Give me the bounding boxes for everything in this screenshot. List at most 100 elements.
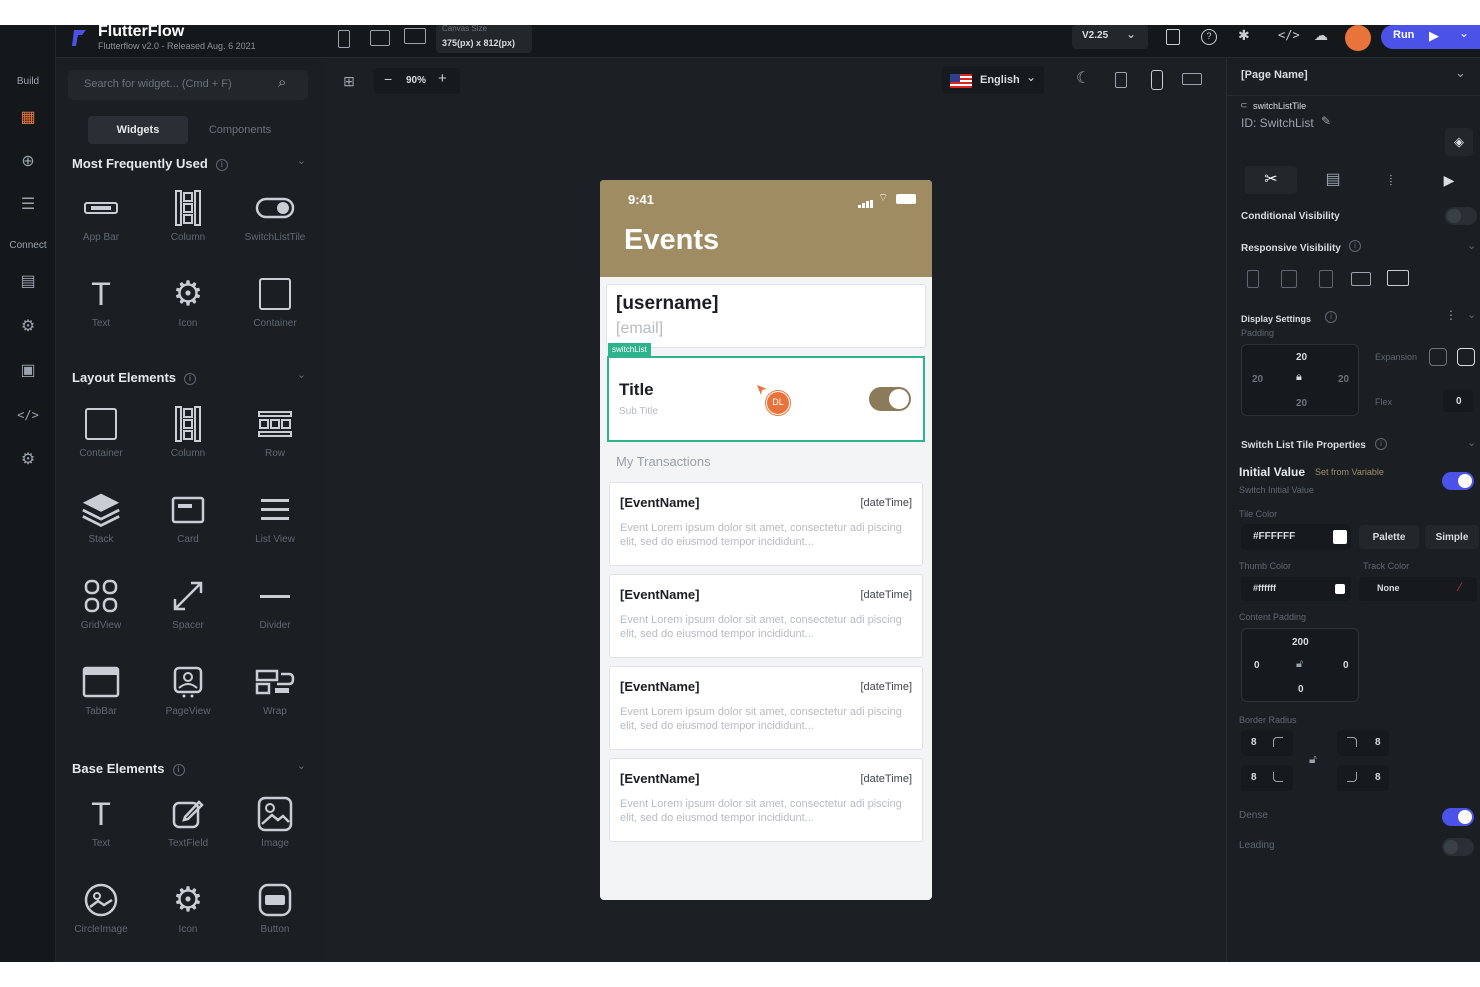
widget-spacer[interactable]: Spacer [145, 576, 231, 656]
palette-button[interactable]: Palette [1359, 525, 1419, 549]
widget-wrap[interactable]: Wrap [232, 662, 318, 742]
bug-icon[interactable]: ✱ [1238, 27, 1250, 44]
widget-column[interactable]: Column [145, 404, 231, 484]
radius-bottom-left-input[interactable]: 8 [1241, 765, 1293, 791]
version-dropdown[interactable]: V2.25 ⌄ [1072, 25, 1148, 49]
mobile-device-icon[interactable] [338, 30, 350, 48]
switch-list-tile[interactable]: Title Sub Title DL [607, 356, 925, 442]
widget-text[interactable]: T Text [58, 794, 144, 874]
media-icon[interactable]: ▣ [16, 358, 40, 382]
widget-icon[interactable]: ⚙ Icon [145, 880, 231, 960]
page-name-dropdown[interactable]: [Page Name] ⌄ [1227, 58, 1480, 96]
widget-tab-bar[interactable]: TabBar [58, 662, 144, 742]
hide-tablet-landscape-icon[interactable] [1319, 270, 1333, 288]
code-icon[interactable]: </> [1278, 28, 1300, 42]
lock-icon[interactable]: 🔓︎ [1309, 752, 1317, 767]
document-icon[interactable] [1166, 29, 1180, 45]
widget-tree-icon[interactable]: ☰ [16, 192, 40, 216]
leading-toggle[interactable] [1442, 838, 1474, 856]
hide-tablet-icon[interactable] [1281, 270, 1297, 288]
help-icon[interactable]: ? [1201, 29, 1217, 45]
content-padding-top-value[interactable]: 200 [1292, 637, 1309, 648]
chevron-down-icon[interactable]: ⌄ [1467, 239, 1476, 252]
widget-stack[interactable]: Stack [58, 490, 144, 570]
content-padding-right-value[interactable]: 0 [1343, 660, 1349, 671]
tab-properties[interactable]: ✂ [1245, 166, 1297, 194]
add-page-icon[interactable]: ⊕ [16, 149, 40, 173]
tile-switch[interactable] [869, 387, 911, 411]
event-card[interactable]: [EventName] [dateTime] Event Lorem ipsum… [609, 666, 923, 750]
run-button[interactable]: Run ▶ ⌄ [1381, 25, 1480, 49]
event-card[interactable]: [EventName] [dateTime] Event Lorem ipsum… [609, 758, 923, 842]
canvas-size-box[interactable]: Canvas Size 375(px) x 812(px) [436, 25, 532, 53]
widget-list-view[interactable]: List View [232, 490, 318, 570]
zoom-in-button[interactable]: + [438, 70, 447, 87]
widget-app-bar[interactable]: App Bar [58, 188, 144, 268]
widget-page-view[interactable]: PageView [145, 662, 231, 742]
chevron-down-icon[interactable]: ⌄ [297, 759, 306, 772]
chevron-down-icon[interactable]: ⌄ [297, 154, 306, 167]
event-card[interactable]: [EventName] [dateTime] Event Lorem ipsum… [609, 574, 923, 658]
widget-image[interactable]: Image [232, 794, 318, 874]
track-color-input[interactable]: None ⁄ [1359, 577, 1477, 601]
section-layout-title[interactable]: Layout Elements i [72, 370, 197, 385]
cloud-icon[interactable]: ☁ [1314, 27, 1328, 44]
tablet-device-icon[interactable] [370, 30, 390, 46]
radius-top-left-input[interactable]: 8 [1241, 730, 1293, 756]
ai-gem-icon[interactable]: ◈ [1445, 128, 1473, 156]
section-most-used-title[interactable]: Most Frequently Used i [72, 156, 228, 171]
padding-right-value[interactable]: 20 [1338, 374, 1349, 385]
radius-bottom-right-input[interactable]: 8 [1337, 765, 1389, 791]
desktop-device-icon[interactable] [404, 28, 426, 44]
chevron-down-icon[interactable]: ⌄ [1467, 308, 1476, 321]
padding-bottom-value[interactable]: 20 [1296, 398, 1307, 409]
select-mode-icon[interactable]: ⊞ [338, 70, 360, 92]
widget-row[interactable]: Row [232, 404, 318, 484]
app-bar[interactable]: 9:41 ⌔ Events [600, 180, 932, 277]
widget-card[interactable]: Card [145, 490, 231, 570]
flex-input[interactable]: 0 [1443, 390, 1473, 412]
chevron-down-icon[interactable]: ⌄ [1467, 436, 1476, 449]
user-card[interactable]: [username] [email] [606, 284, 926, 348]
database-icon[interactable]: ▤ [16, 269, 40, 293]
expansion-shrink-icon[interactable] [1429, 348, 1447, 366]
widget-text-field[interactable]: TextField [145, 794, 231, 874]
widget-icon[interactable]: ⚙ Icon [145, 274, 231, 354]
api-icon[interactable]: ⚙ [16, 314, 40, 338]
keyboard-icon[interactable] [1182, 73, 1202, 85]
widget-switch-list-tile[interactable]: SwitchListTile [232, 188, 318, 268]
dense-toggle[interactable] [1442, 808, 1474, 826]
hide-desktop-icon[interactable] [1387, 270, 1409, 286]
widget-button[interactable]: Button [232, 880, 318, 960]
tab-generate[interactable]: ⦙ [1365, 166, 1417, 194]
phone-preview-icon[interactable] [1151, 70, 1163, 90]
phone-preview[interactable]: 9:41 ⌔ Events [username] [email] switchL… [600, 180, 932, 900]
widget-palette-icon[interactable]: ▦ [16, 105, 40, 129]
tile-color-input[interactable]: #FFFFFF [1241, 524, 1351, 550]
avatar[interactable] [1345, 25, 1371, 51]
widget-grid-view[interactable]: GridView [58, 576, 144, 656]
widget-circle-image[interactable]: CircleImage [58, 880, 144, 960]
widget-container[interactable]: Container [58, 404, 144, 484]
initial-value-toggle[interactable] [1442, 472, 1474, 490]
design-canvas[interactable]: ⊞ − 90% + English ⌄ ☾ 9:41 ⌔ Events [use… [322, 58, 1226, 962]
section-base-title[interactable]: Base Elements i [72, 761, 185, 776]
event-card[interactable]: [EventName] [dateTime] Event Lorem ipsum… [609, 482, 923, 566]
padding-top-value[interactable]: 20 [1296, 352, 1307, 363]
set-from-variable-link[interactable]: Set from Variable [1315, 467, 1384, 477]
widget-container[interactable]: Container [232, 274, 318, 354]
zoom-out-button[interactable]: − [384, 71, 392, 87]
simple-button[interactable]: Simple [1425, 525, 1479, 549]
thumb-color-input[interactable]: #ffffff [1241, 577, 1351, 601]
padding-editor[interactable]: 20 20 🔒︎ 20 20 [1241, 344, 1359, 416]
dark-mode-icon[interactable]: ☾ [1076, 68, 1090, 88]
tab-components[interactable]: Components [192, 116, 288, 144]
tab-backend-query[interactable]: ▤ [1307, 166, 1359, 194]
widget-text[interactable]: T Text [58, 274, 144, 354]
content-padding-editor[interactable]: 200 0 🔓︎ 0 0 [1241, 628, 1359, 702]
hide-mobile-icon[interactable] [1247, 270, 1259, 288]
content-padding-bottom-value[interactable]: 0 [1298, 684, 1304, 695]
tablet-preview-icon[interactable] [1115, 72, 1127, 88]
tab-actions[interactable]: ▶ [1423, 166, 1475, 194]
padding-left-value[interactable]: 20 [1252, 374, 1263, 385]
